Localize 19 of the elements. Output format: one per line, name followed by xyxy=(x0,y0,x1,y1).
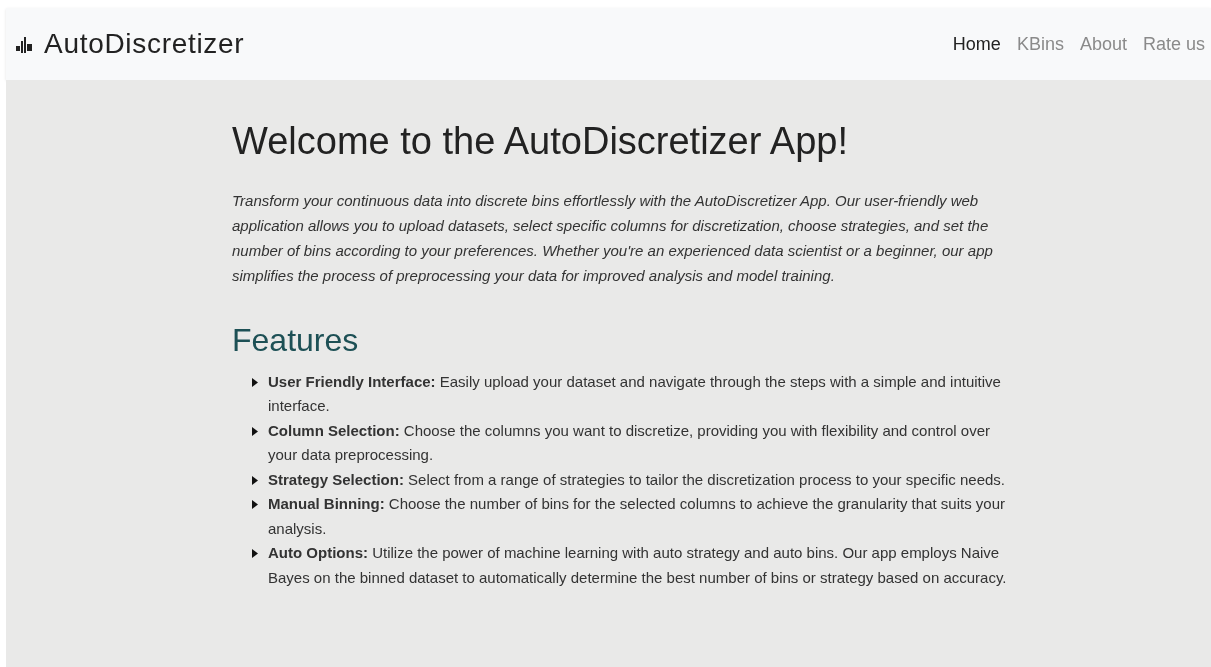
nav-link[interactable]: Rate us xyxy=(1142,30,1205,58)
page-heading: Welcome to the AutoDiscretizer App! xyxy=(232,119,850,164)
intro-paragraph: Transform your continuous data into discrete bins effortlessly with the AutoDiscretizer App. Our user-friendly web application allows you to upload datasets, select specific columns for discretization, choose strategies, and set the number of bins according to your preferences. Whether you're an experienced data scientist or a beginner, our app simplifies the process of preprocessing your data for improved analysis and model training. xyxy=(232,190,994,286)
feature-text: Auto Options: Utilize the power of machine learning with auto strategy and auto bins. Our app employs Naive Bayes on the binned dataset to automatically determine the best number of bins or strategy based on accuracy. xyxy=(268,543,1008,588)
nav-link[interactable]: KBins xyxy=(1016,30,1064,58)
nav-link[interactable]: About xyxy=(1079,30,1127,58)
feature-text: Column Selection: Choose the columns you want to discretize, providing you with flexibility and control over your data preprocessing. xyxy=(268,420,991,465)
bullet-icon xyxy=(252,426,258,436)
bullet-icon xyxy=(252,377,258,387)
feature-text: User Friendly Interface: Easily upload your dataset and navigate through the steps with a simple and intuitive interface. xyxy=(268,371,1002,416)
bullet-icon xyxy=(252,549,258,558)
bullet-icon xyxy=(252,500,258,509)
nav-link[interactable]: Home xyxy=(952,30,1001,58)
brand-link[interactable]: AutoDiscretizer xyxy=(44,23,245,65)
bar-chart-icon xyxy=(16,35,34,53)
section-heading: Features xyxy=(232,320,360,360)
bullet-icon xyxy=(252,475,258,485)
feature-text: Manual Binning: Choose the number of bins for the selected columns to achieve the granularity that suits your analysis. xyxy=(268,494,1006,539)
feature-text: Strategy Selection: Select from a range of strategies to tailor the discretization process to your specific needs. xyxy=(268,469,1005,490)
